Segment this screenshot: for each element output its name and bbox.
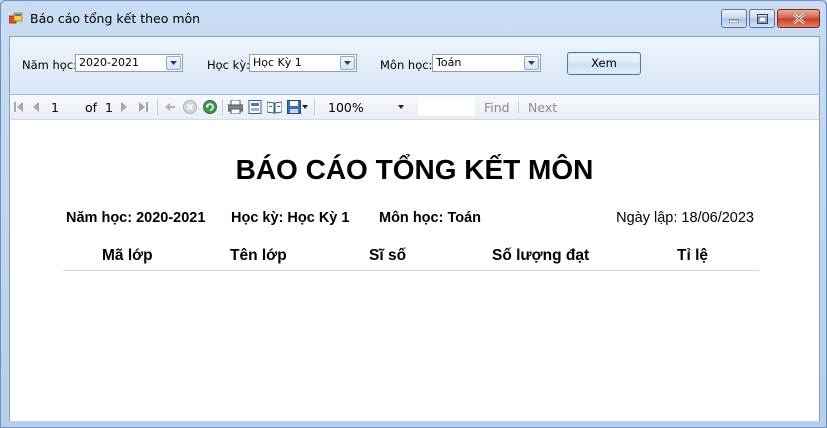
column-header-pass-count: Số lượng đạt [492, 247, 590, 264]
print-icon[interactable] [228, 100, 243, 114]
maximize-button[interactable] [749, 9, 775, 28]
stop-icon[interactable] [183, 100, 197, 114]
term-select[interactable]: Học Kỳ 1 [249, 54, 357, 72]
toolbar-separator [157, 99, 158, 115]
year-select[interactable]: 2020-2021 [75, 54, 183, 72]
find-input[interactable] [418, 97, 475, 116]
export-dropdown-icon[interactable] [302, 105, 308, 109]
report-title: BÁO CÁO TỔNG KẾT MÔN [235, 154, 594, 185]
chevron-down-icon [528, 61, 535, 65]
year-value: 2020-2021 [79, 56, 139, 69]
find-button[interactable]: Find [484, 100, 510, 115]
term-label: Học kỳ: [207, 58, 251, 72]
next-button[interactable]: Next [528, 100, 557, 115]
window-title: Báo cáo tổng kết theo môn [30, 11, 201, 26]
last-page-icon[interactable] [139, 102, 148, 112]
back-icon[interactable] [165, 103, 175, 111]
toolbar-separator [314, 99, 315, 115]
column-header-class-code: Mã lớp [102, 247, 153, 264]
print-layout-icon[interactable] [248, 100, 262, 114]
app-icon [9, 12, 23, 24]
year-label: Năm học: [22, 58, 78, 72]
term-value: Học Kỳ 1 [253, 56, 302, 69]
year-dropdown-button[interactable] [166, 56, 181, 70]
zoom-select[interactable]: 100% [328, 100, 364, 115]
title-bar[interactable]: Báo cáo tổng kết theo môn [1, 1, 826, 35]
report-term: Học kỳ: Học Kỳ 1 [231, 210, 350, 226]
toolbar-separator [518, 101, 519, 113]
zoom-dropdown-icon[interactable] [398, 105, 404, 109]
minimize-button[interactable] [721, 9, 747, 28]
column-header-class-size: Sĩ số [369, 247, 407, 264]
page-number-input[interactable]: 1 [51, 100, 59, 115]
report-date: Ngày lập: 18/06/2023 [616, 210, 754, 226]
column-header-class-name: Tên lớp [230, 247, 287, 264]
report-year: Năm học: 2020-2021 [66, 210, 206, 226]
header-divider [63, 270, 759, 271]
toolbar-separator [222, 99, 223, 115]
subject-select[interactable]: Toán [432, 54, 541, 72]
page-total: 1 [105, 100, 113, 115]
close-icon [792, 13, 805, 24]
page-of-label: of [85, 100, 98, 115]
report-subject: Môn học: Toán [379, 210, 482, 226]
report-canvas: BÁO CÁO TỔNG KẾT MÔN Năm học: 2020-2021 … [10, 121, 819, 421]
subject-label: Môn học: [380, 58, 433, 72]
chevron-down-icon [170, 61, 177, 65]
close-button[interactable] [777, 9, 820, 28]
chevron-down-icon [344, 61, 351, 65]
export-icon[interactable] [287, 100, 301, 114]
subject-dropdown-button[interactable] [524, 56, 539, 70]
maximize-icon [756, 13, 768, 24]
previous-page-icon[interactable] [32, 102, 39, 112]
refresh-icon[interactable] [203, 100, 217, 114]
subject-value: Toán [436, 56, 462, 69]
view-button[interactable]: Xem [567, 52, 641, 75]
caption-buttons [721, 9, 820, 28]
minimize-icon [729, 19, 739, 23]
next-page-icon[interactable] [121, 102, 128, 112]
term-dropdown-button[interactable] [340, 56, 355, 70]
column-header-ratio: Tỉ lệ [677, 247, 709, 264]
page-setup-icon[interactable] [267, 100, 282, 114]
first-page-icon[interactable] [14, 102, 23, 112]
filter-panel: Năm học: 2020-2021 Học kỳ: Học Kỳ 1 Môn … [10, 37, 819, 95]
report-toolbar: 1 of 1 100% Find Next [10, 95, 819, 120]
report-window: Báo cáo tổng kết theo môn Năm học: 2020-… [0, 0, 827, 428]
client-area: Năm học: 2020-2021 Học kỳ: Học Kỳ 1 Môn … [9, 36, 820, 421]
